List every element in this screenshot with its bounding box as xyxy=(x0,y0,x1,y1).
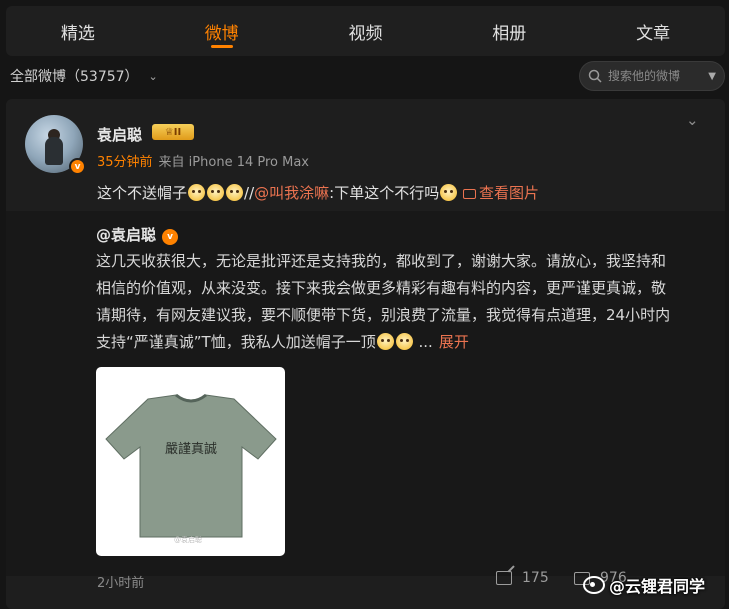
weibo-logo-icon xyxy=(583,576,605,594)
reposted-content: @袁启聪 v 这几天收获很大，无论是批评还是支持我的，都收到了，谢谢大家。请放心，… xyxy=(6,211,725,576)
text-line: 请期待，有网友建议我，要不顺便带下货，别浪费了流量，我觉得有点道理，24小时内 xyxy=(96,306,671,324)
post-source: 来自 iPhone 14 Pro Max xyxy=(158,155,309,170)
post-time[interactable]: 35分钟前 xyxy=(97,155,153,170)
verified-badge-icon: v xyxy=(69,158,86,175)
watermark-text: @云锂君同学 xyxy=(609,577,706,596)
ellipsis: ... xyxy=(418,333,433,351)
post-meta: 35分钟前 来自 iPhone 14 Pro Max xyxy=(97,151,309,170)
doge-emoji-icon xyxy=(188,184,206,201)
more-options-icon[interactable]: ⌄ xyxy=(686,111,699,129)
tab-articles[interactable]: 文章 xyxy=(581,6,725,56)
dropdown-arrow-icon[interactable]: ▼ xyxy=(708,71,716,82)
doge-emoji-icon xyxy=(395,333,413,350)
text-line: 相信的价值观，从来没变。接下来我会做更多精彩有趣有料的内容，更严谨更真诚，敬 xyxy=(96,279,667,297)
original-post-text: 这几天收获很大，无论是批评还是支持我的，都收到了，谢谢大家。请放心，我坚持和 相… xyxy=(96,248,706,356)
original-author-label: @袁启聪 xyxy=(96,226,157,244)
author-name[interactable]: 袁启聪 xyxy=(97,124,142,145)
chevron-down-icon: ⌄ xyxy=(148,69,158,83)
doge-emoji-icon xyxy=(226,184,244,201)
search-box: ▼ xyxy=(579,61,725,91)
post-text-tail: :下单这个不行吗 xyxy=(329,184,440,202)
view-image-link[interactable]: 查看图片 xyxy=(462,184,539,202)
image-icon xyxy=(462,189,476,199)
text-line-last: 支持“严谨真诚”T恤，我私人加送帽子一顶 ... 展开 xyxy=(96,329,706,356)
repost-time[interactable]: 2小时前 xyxy=(97,572,144,591)
image-watermark: @袁启聪 xyxy=(174,536,202,544)
text-line: 支持“严谨真诚”T恤，我私人加送帽子一顶 xyxy=(96,333,376,351)
all-posts-filter[interactable]: 全部微博（53757） ⌄ xyxy=(10,66,158,86)
verified-badge-icon: v xyxy=(162,229,179,245)
expand-link[interactable]: 展开 xyxy=(439,333,469,351)
avatar-figure xyxy=(45,137,63,165)
view-image-label: 查看图片 xyxy=(478,184,539,202)
tab-bar: 精选 微博 视频 相册 文章 xyxy=(6,6,725,56)
share-icon xyxy=(496,571,512,585)
weibo-watermark: @云锂君同学 xyxy=(583,573,705,597)
search-input[interactable] xyxy=(606,68,709,84)
share-count: 175 xyxy=(522,570,549,586)
tab-video[interactable]: 视频 xyxy=(294,6,438,56)
share-button[interactable]: 175 xyxy=(496,570,549,586)
tshirt-illustration: 嚴謹真誠 xyxy=(105,393,277,538)
tab-featured[interactable]: 精选 xyxy=(6,6,150,56)
level-label: II xyxy=(173,126,182,138)
mention-link[interactable]: @叫我涂嘛 xyxy=(254,184,329,202)
doge-emoji-icon xyxy=(440,184,458,201)
original-author[interactable]: @袁启聪 v xyxy=(96,224,179,245)
doge-emoji-icon xyxy=(376,333,394,350)
tab-weibo[interactable]: 微博 xyxy=(150,6,294,56)
repost-separator: // xyxy=(244,184,255,202)
post-text-main: 这个不送帽子 xyxy=(97,184,188,202)
search-icon xyxy=(588,69,602,83)
filter-label: 全部微博（53757） xyxy=(10,69,139,85)
member-crown-badge[interactable]: ♕ II xyxy=(152,124,194,140)
tshirt-image[interactable]: 嚴謹真誠 @袁启聪 xyxy=(96,367,285,556)
tshirt-print-text: 嚴謹真誠 xyxy=(165,441,217,457)
text-line: 这几天收获很大，无论是批评还是支持我的，都收到了，谢谢大家。请放心，我坚持和 xyxy=(96,252,667,270)
tab-album[interactable]: 相册 xyxy=(437,6,581,56)
post-card: v 袁启聪 ♕ II 35分钟前 来自 iPhone 14 Pro Max ⌄ 这个… xyxy=(6,99,725,609)
doge-emoji-icon xyxy=(207,184,225,201)
post-text: 这个不送帽子 //@叫我涂嘛:下单这个不行吗 查看图片 xyxy=(97,182,539,203)
